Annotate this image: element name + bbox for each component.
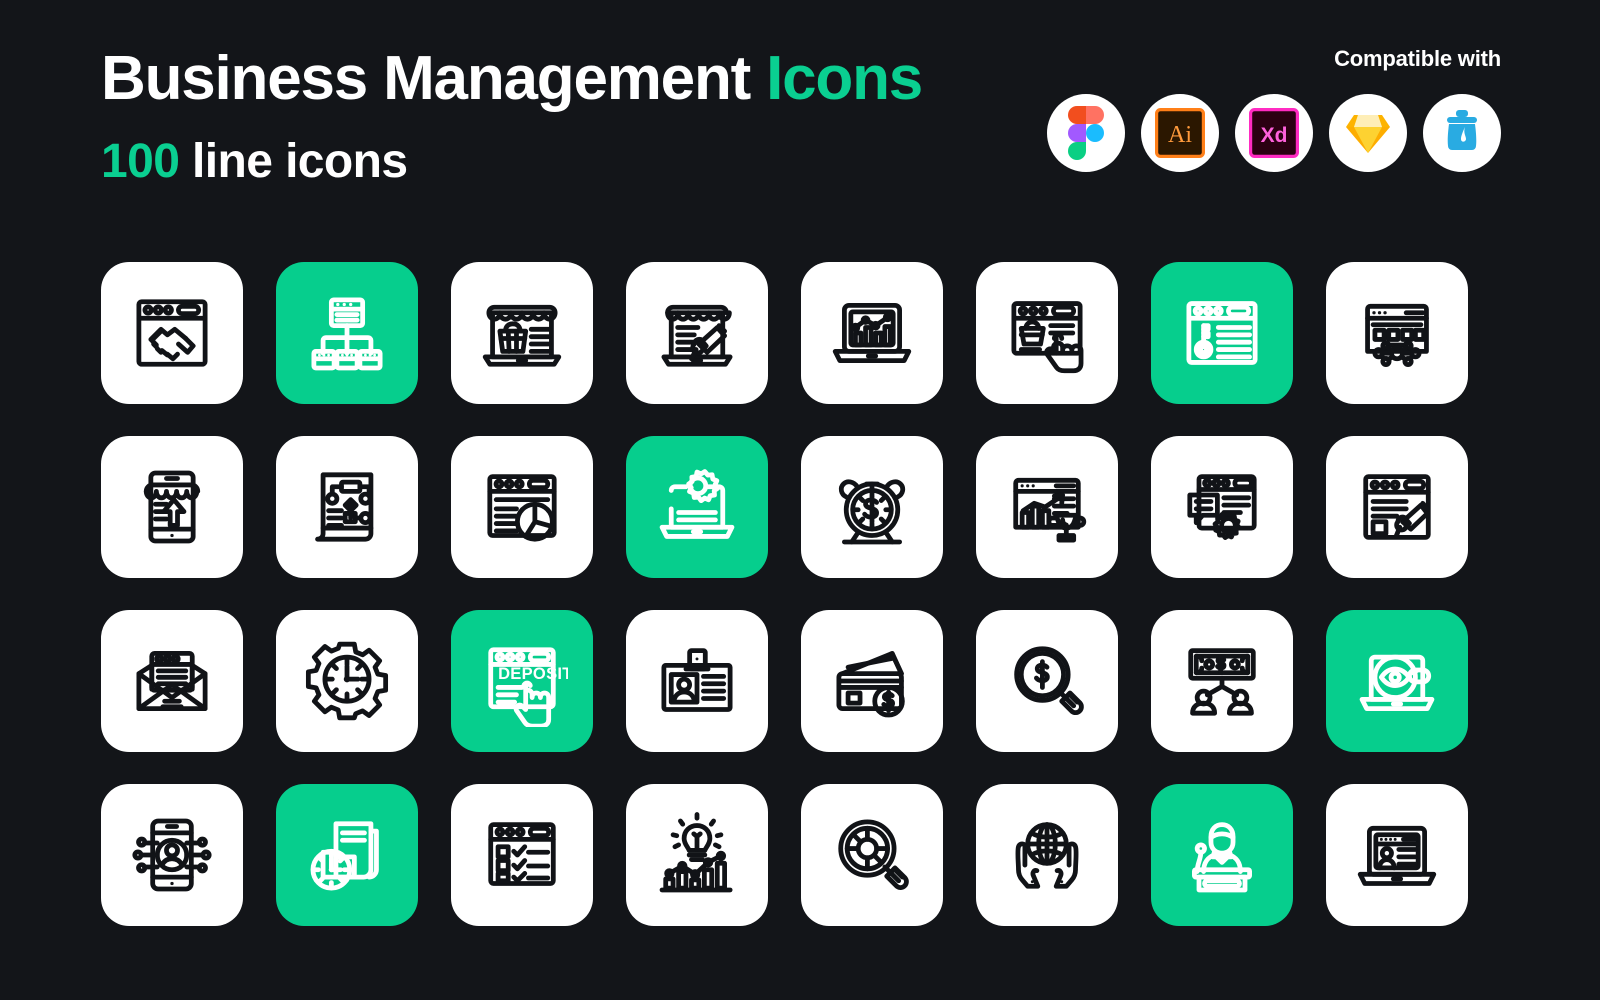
browser-cart-click-icon: [1011, 301, 1084, 374]
page-title-accent: Icons: [766, 44, 923, 113]
sketch-badge[interactable]: [1329, 94, 1407, 172]
laptop-gear-icon: [659, 469, 735, 539]
icon-tile-browser-cart-click[interactable]: [976, 262, 1118, 404]
magnifier-dollar-icon: [1014, 646, 1084, 716]
speaker-podium-icon: [1192, 822, 1252, 893]
icon-tile-email-newsletter[interactable]: [101, 610, 243, 752]
icon-tile-browser-pie-chart[interactable]: [451, 436, 593, 578]
svg-text:Xd: Xd: [1261, 124, 1288, 147]
browser-network-icon: [1365, 303, 1429, 368]
icon-tile-laptop-profile[interactable]: [1326, 784, 1468, 926]
icon-tile-mobile-user-network[interactable]: [101, 784, 243, 926]
icon-tile-mobile-shop-upload[interactable]: [101, 436, 243, 578]
page-title-main: Business Management: [101, 44, 751, 113]
icon-tile-browser-checklist[interactable]: [451, 784, 593, 926]
icon-tile-sitemap-hierarchy[interactable]: [276, 262, 418, 404]
idea-growth-chart-icon: [659, 812, 733, 893]
inkscape-badge[interactable]: [1423, 94, 1501, 172]
credit-card-dollar-icon: [836, 651, 905, 718]
icon-tile-browser-growth-trophy[interactable]: [976, 436, 1118, 578]
icon-tile-laptop-analytics[interactable]: [801, 262, 943, 404]
hands-globe-icon: [1015, 822, 1079, 889]
gear-clock-icon: [305, 641, 389, 721]
header: Business Management Icons 100 line icons…: [101, 48, 1501, 218]
browser-megaphone-icon: [1363, 474, 1431, 540]
poster-root: Business Management Icons 100 line icons…: [0, 0, 1600, 1000]
laptop-eye-search-icon: [1359, 654, 1435, 711]
flowchart-document-icon: [315, 472, 374, 542]
icon-tile-browser-chat-gear[interactable]: [1151, 436, 1293, 578]
icon-tile-gear-clock[interactable]: [276, 610, 418, 752]
icon-count-label: line icons: [192, 135, 408, 188]
icon-tile-donut-chart-magnifier[interactable]: [801, 784, 943, 926]
icon-tile-browser-keyword[interactable]: [1151, 262, 1293, 404]
adobe-xd-icon: Xd: [1249, 108, 1299, 158]
icon-tile-shop-megaphone[interactable]: [626, 262, 768, 404]
icon-tile-credit-card-dollar[interactable]: [801, 610, 943, 752]
illustrator-badge[interactable]: Ai: [1141, 94, 1219, 172]
icon-tile-hands-globe[interactable]: [976, 784, 1118, 926]
icon-tile-browser-handshake[interactable]: [101, 262, 243, 404]
icon-count: 100: [101, 135, 180, 188]
alarm-clock-dollar-icon: [838, 479, 906, 545]
shop-megaphone-icon: [661, 304, 733, 367]
browser-checklist-icon: [488, 822, 556, 886]
illustrator-icon: Ai: [1155, 108, 1205, 158]
icon-tile-money-distribution-users[interactable]: [1151, 610, 1293, 752]
icon-tile-browser-network[interactable]: [1326, 262, 1468, 404]
figma-icon: [1068, 106, 1104, 160]
icon-tile-document-clock[interactable]: [276, 784, 418, 926]
browser-growth-trophy-icon: [1013, 477, 1087, 543]
icon-tile-idea-growth-chart[interactable]: [626, 784, 768, 926]
inkscape-icon: [1447, 110, 1477, 150]
icon-tile-browser-deposit[interactable]: DEPOSIT: [451, 610, 593, 752]
donut-chart-magnifier-icon: [838, 819, 909, 890]
sitemap-hierarchy-icon: [311, 297, 383, 371]
compatibility-badges: Ai Xd: [1031, 94, 1501, 172]
laptop-analytics-icon: [832, 303, 912, 363]
browser-pie-chart-icon: [487, 474, 557, 542]
icon-tile-laptop-gear[interactable]: [626, 436, 768, 578]
mobile-shop-upload-icon: [143, 470, 201, 544]
icon-tile-flowchart-document[interactable]: [276, 436, 418, 578]
icon-tile-speaker-podium[interactable]: [1151, 784, 1293, 926]
icon-tile-alarm-clock-dollar[interactable]: [801, 436, 943, 578]
laptop-shop-basket-icon: [482, 304, 562, 367]
compatibility-section: Compatible with Ai Xd: [1031, 48, 1501, 172]
mobile-user-network-icon: [132, 818, 212, 892]
sketch-icon: [1346, 115, 1390, 153]
browser-chat-gear-icon: [1187, 474, 1257, 541]
email-newsletter-icon: [136, 651, 208, 711]
icon-tile-laptop-eye-search[interactable]: [1326, 610, 1468, 752]
svg-text:Ai: Ai: [1168, 122, 1192, 148]
figma-badge[interactable]: [1047, 94, 1125, 172]
icon-grid: DEPOSIT: [101, 262, 1468, 926]
icon-tile-laptop-shop-basket[interactable]: [451, 262, 593, 404]
browser-deposit-icon: DEPOSIT: [488, 647, 568, 727]
id-badge-icon: [661, 648, 733, 712]
icon-tile-browser-megaphone[interactable]: [1326, 436, 1468, 578]
document-clock-icon: [310, 821, 379, 891]
browser-keyword-icon: [1186, 301, 1258, 365]
laptop-profile-icon: [1357, 825, 1437, 886]
compatible-with-label: Compatible with: [1334, 46, 1501, 71]
icon-tile-magnifier-dollar[interactable]: [976, 610, 1118, 752]
deposit-label: DEPOSIT: [498, 664, 568, 683]
icon-tile-id-badge[interactable]: [626, 610, 768, 752]
adobe-xd-badge[interactable]: Xd: [1235, 94, 1313, 172]
money-distribution-users-icon: [1188, 648, 1256, 716]
browser-handshake-icon: [136, 299, 208, 367]
